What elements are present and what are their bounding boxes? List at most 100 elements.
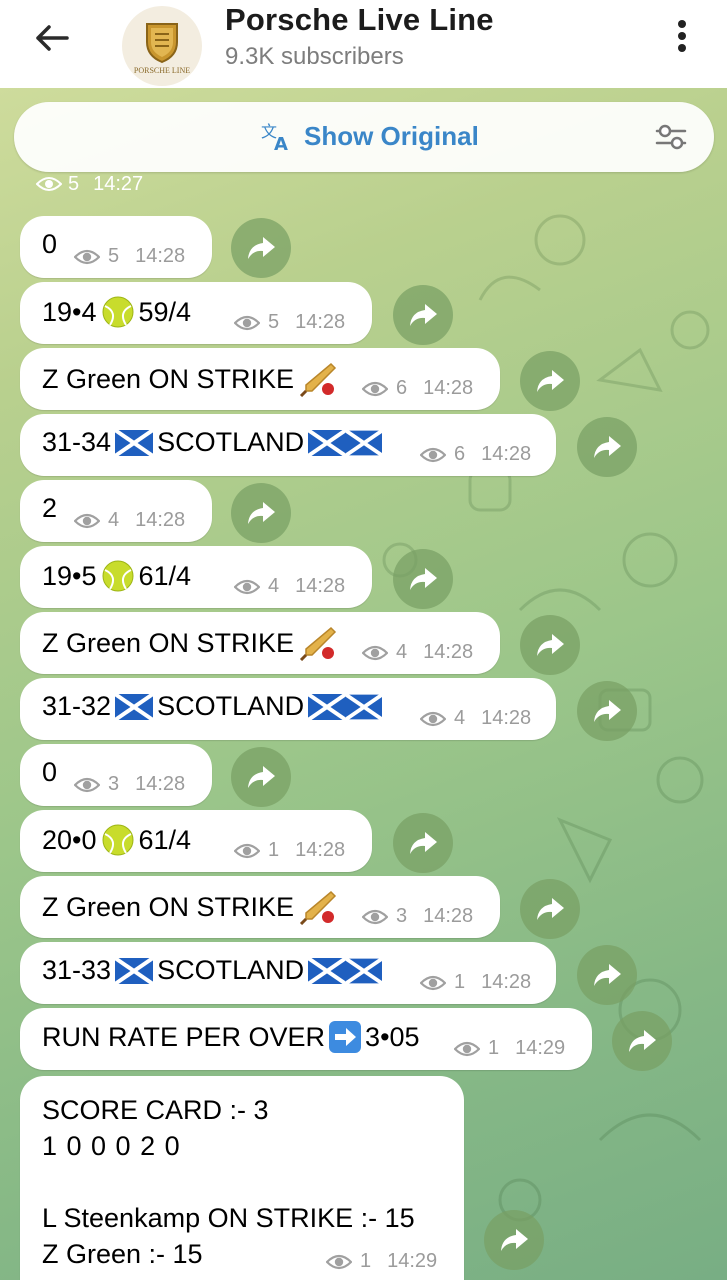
views-count: 4 xyxy=(454,707,466,729)
views-count: 4 xyxy=(396,641,408,663)
message-bubble[interactable]: 2 4 14:28 xyxy=(20,480,212,542)
share-button[interactable] xyxy=(393,549,453,609)
message-bubble[interactable]: Z Green ON STRIKE 4 14:28 xyxy=(20,612,500,674)
views-icon xyxy=(234,842,260,860)
views-count: 3 xyxy=(108,773,120,795)
chat-header: PORSCHE LINE Porsche Live Line 9.3K subs… xyxy=(0,0,727,88)
message-time: 14:28 xyxy=(295,575,346,597)
views-count: 1 xyxy=(360,1250,372,1272)
message-text: 20•0 xyxy=(42,824,97,855)
message-text: RUN RATE PER OVER xyxy=(42,1021,326,1052)
share-arrow-icon xyxy=(535,632,565,658)
message-text: SCOTLAND xyxy=(157,955,305,985)
message-bubble[interactable]: SCORE CARD :- 3 1 0 0 0 2 0 L Steenkamp ON… xyxy=(20,1076,464,1280)
views-icon xyxy=(326,1253,352,1271)
back-arrow-icon[interactable] xyxy=(28,18,76,58)
message-text: 19•4 xyxy=(42,296,97,327)
share-button[interactable] xyxy=(520,879,580,939)
channel-title[interactable]: Porsche Live Line xyxy=(225,2,494,38)
scorecard-line: SCORE CARD :- 3 xyxy=(42,1095,269,1125)
share-button[interactable] xyxy=(231,483,291,543)
views-icon xyxy=(362,644,388,662)
views-count: 6 xyxy=(396,377,408,399)
message-bubble[interactable]: 0 5 14:28 xyxy=(20,216,212,278)
share-arrow-icon xyxy=(535,368,565,394)
message-bubble[interactable]: 20•0 61/4 1 14:28 xyxy=(20,810,372,872)
share-button[interactable] xyxy=(577,945,637,1005)
share-button[interactable] xyxy=(612,1011,672,1071)
tennis-ball-icon xyxy=(101,823,135,857)
share-button[interactable] xyxy=(577,681,637,741)
scotland-flag-icon xyxy=(308,694,346,720)
message-bubble[interactable]: Z Green ON STRIKE 6 14:28 xyxy=(20,348,500,410)
message-time: 14:28 xyxy=(423,905,474,927)
tennis-ball-icon xyxy=(101,295,135,329)
share-arrow-icon xyxy=(592,434,622,460)
views-count: 5 xyxy=(68,172,80,195)
share-arrow-icon xyxy=(408,302,438,328)
views-icon xyxy=(420,446,446,464)
share-arrow-icon xyxy=(246,235,276,261)
cricket-bat-icon xyxy=(298,625,338,661)
tennis-ball-icon xyxy=(101,559,135,593)
message-bubble[interactable]: 19•4 59/4 5 14:28 xyxy=(20,282,372,344)
message-bubble[interactable]: 31-34 SCOTLAND 6 14:28 xyxy=(20,414,556,476)
share-button[interactable] xyxy=(577,417,637,477)
views-count: 1 xyxy=(454,971,466,993)
message-time: 14:28 xyxy=(481,707,532,729)
share-button[interactable] xyxy=(393,813,453,873)
subscriber-count: 9.3K subscribers xyxy=(225,43,404,70)
views-count: 5 xyxy=(268,311,280,333)
share-arrow-icon xyxy=(499,1227,529,1253)
message-text: Z Green ON STRIKE xyxy=(42,363,295,394)
scorecard-line: 1 0 0 0 2 0 xyxy=(42,1131,181,1161)
translate-icon: 文 A xyxy=(261,122,288,152)
scotland-flag-icon xyxy=(346,430,382,456)
translate-bar: 文 A Show Original xyxy=(14,102,714,172)
svg-text:A: A xyxy=(274,134,288,152)
message-bubble[interactable]: RUN RATE PER OVER 3•05 1 14:29 xyxy=(20,1008,592,1070)
message-text: 0 xyxy=(42,757,58,787)
message-text: 59/4 xyxy=(138,296,192,327)
views-icon xyxy=(362,908,388,926)
message-bubble[interactable]: 31-32 SCOTLAND 4 14:28 xyxy=(20,678,556,740)
message-bubble[interactable]: 19•5 61/4 4 14:28 xyxy=(20,546,372,608)
share-button[interactable] xyxy=(520,615,580,675)
message-bubble[interactable]: Z Green ON STRIKE 3 14:28 xyxy=(20,876,500,938)
share-button[interactable] xyxy=(231,218,291,278)
translate-settings-icon[interactable] xyxy=(654,120,690,154)
show-original-button[interactable]: 文 A Show Original xyxy=(260,120,479,153)
message-time: 14:28 xyxy=(135,509,186,531)
message-bubble[interactable]: 31-33 SCOTLAND 1 14:28 xyxy=(20,942,556,1004)
share-button[interactable] xyxy=(484,1210,544,1270)
message-text: Z Green ON STRIKE xyxy=(42,891,295,922)
scorecard-line: L Steenkamp ON STRIKE :- 15 xyxy=(42,1203,415,1233)
views-icon xyxy=(420,974,446,992)
views-icon xyxy=(362,380,388,398)
views-icon xyxy=(234,314,260,332)
views-icon xyxy=(454,1040,480,1058)
share-button[interactable] xyxy=(520,351,580,411)
share-arrow-icon xyxy=(627,1028,657,1054)
views-icon xyxy=(234,578,260,596)
channel-avatar[interactable]: PORSCHE LINE xyxy=(122,6,202,86)
scotland-flag-icon xyxy=(115,694,153,720)
message-text: SCOTLAND xyxy=(157,691,305,721)
views-icon xyxy=(36,177,62,191)
views-icon xyxy=(74,512,100,530)
share-button[interactable] xyxy=(393,285,453,345)
more-menu-icon[interactable] xyxy=(664,16,700,56)
avatar-caption: PORSCHE LINE xyxy=(133,65,191,75)
scotland-flag-icon xyxy=(115,430,153,456)
partial-message-meta: 5 14:27 xyxy=(26,170,153,198)
views-icon xyxy=(74,248,100,266)
message-text: 31-33 xyxy=(42,955,112,985)
scotland-flag-icon xyxy=(346,958,382,984)
scotland-flag-icon xyxy=(115,958,153,984)
views-count: 1 xyxy=(268,839,280,861)
share-arrow-icon xyxy=(408,566,438,592)
message-text: 61/4 xyxy=(138,824,192,855)
message-time: 14:27 xyxy=(93,172,144,195)
share-button[interactable] xyxy=(231,747,291,807)
message-bubble[interactable]: 0 3 14:28 xyxy=(20,744,212,806)
